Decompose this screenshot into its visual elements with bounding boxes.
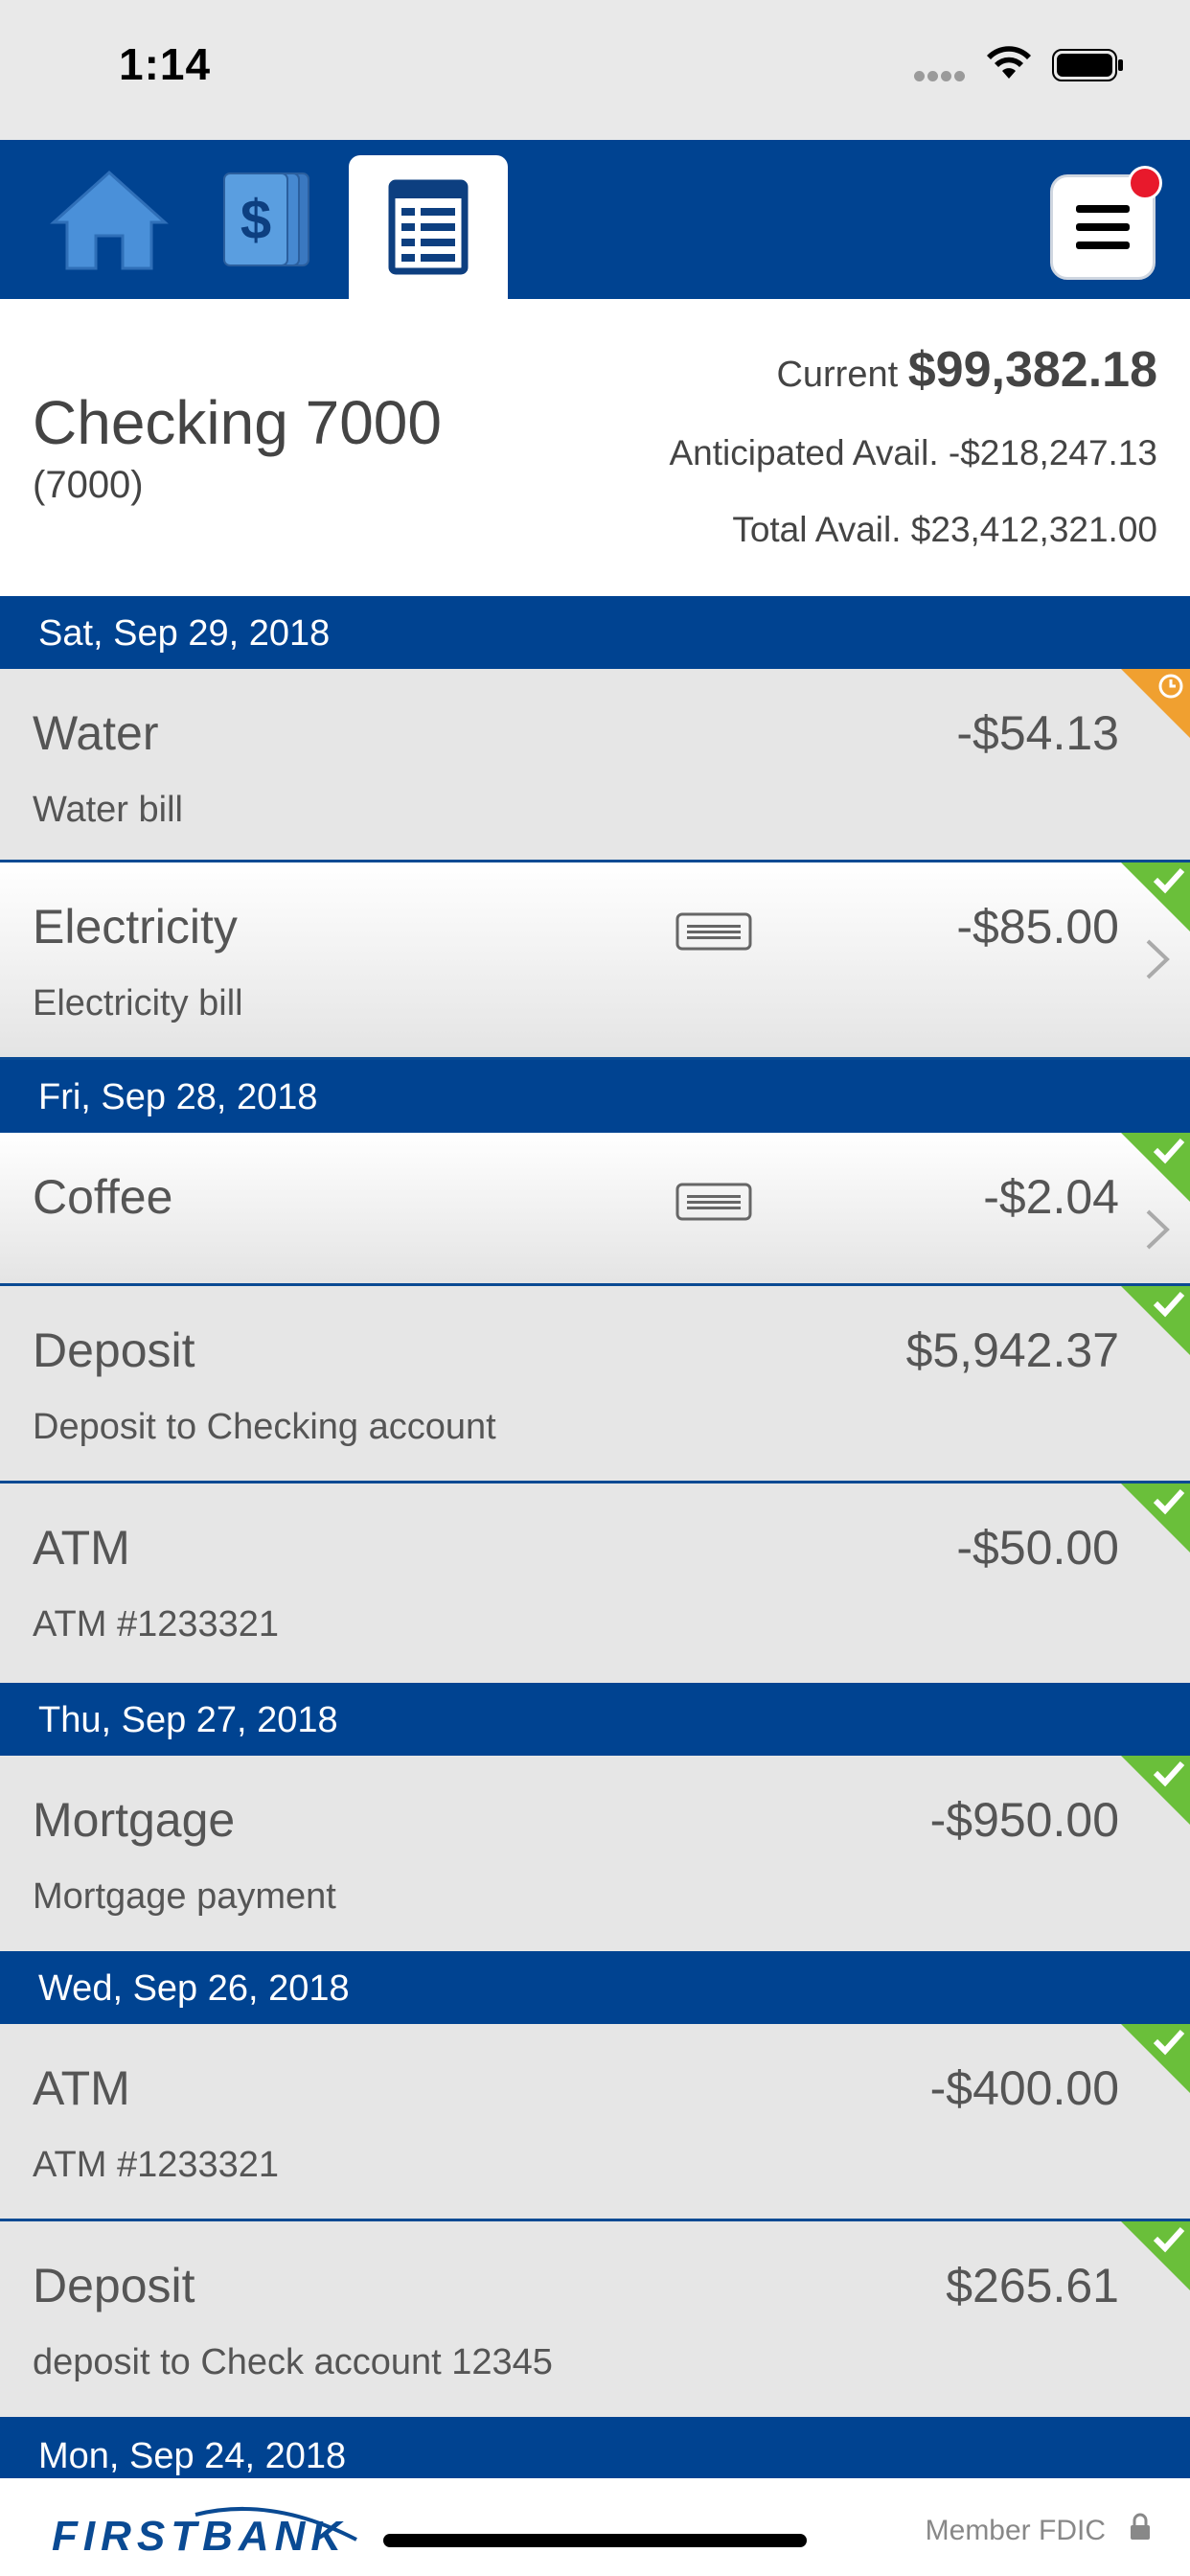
- transaction-row[interactable]: Water Water bill -$54.13: [0, 669, 1190, 862]
- date-header: Mon, Sep 24, 2018: [0, 2417, 1190, 2478]
- total-balance: Total Avail. $23,412,321.00: [732, 510, 1157, 550]
- transaction-title: Electricity: [33, 900, 238, 954]
- svg-text:$: $: [240, 189, 271, 251]
- cleared-check-icon: [1121, 1484, 1190, 1552]
- transaction-amount: $265.61: [946, 2259, 1119, 2312]
- transaction-title: Water: [33, 706, 159, 760]
- anticipated-balance: Anticipated Avail. -$218,247.13: [670, 433, 1158, 473]
- transaction-description: ATM #1233321: [33, 2145, 280, 2185]
- transaction-amount: -$2.04: [983, 1170, 1119, 1224]
- cleared-check-icon: [1121, 2024, 1190, 2093]
- cleared-check-icon: [1121, 1756, 1190, 1825]
- receipt-card-icon: [675, 912, 752, 951]
- pending-clock-icon: [1121, 669, 1190, 738]
- transaction-row[interactable]: Deposit Deposit to Checking account $5,9…: [0, 1286, 1190, 1484]
- cleared-check-icon: [1121, 1133, 1190, 1202]
- tab-transactions[interactable]: [349, 155, 508, 299]
- home-icon: [50, 170, 169, 270]
- cleared-check-icon: [1121, 2221, 1190, 2290]
- cleared-check-icon: [1121, 1286, 1190, 1355]
- chevron-right-icon: [1146, 1209, 1170, 1250]
- account-number: (7000): [33, 464, 144, 506]
- battery-icon: [1052, 49, 1123, 81]
- cleared-check-icon: [1121, 862, 1190, 932]
- ledger-icon: [388, 179, 469, 275]
- tab-home[interactable]: [42, 140, 176, 299]
- transaction-title: ATM: [33, 2061, 130, 2115]
- transaction-amount: -$85.00: [956, 900, 1119, 954]
- transaction-description: Mortgage payment: [33, 1876, 336, 1917]
- transaction-amount: -$400.00: [929, 2061, 1119, 2115]
- date-header: Thu, Sep 27, 2018: [0, 1683, 1190, 1756]
- status-time: 1:14: [119, 39, 212, 89]
- date-header: Fri, Sep 28, 2018: [0, 1060, 1190, 1133]
- anticipated-balance-amount: -$218,247.13: [948, 433, 1157, 472]
- transaction-row[interactable]: Mortgage Mortgage payment -$950.00: [0, 1756, 1190, 1951]
- transaction-description: deposit to Check account 12345: [33, 2342, 553, 2382]
- chevron-right-icon: [1146, 939, 1170, 979]
- status-bar: 1:14: [0, 0, 1190, 140]
- transaction-description: Water bill: [33, 790, 183, 830]
- transaction-description: ATM #1233321: [33, 1604, 280, 1644]
- transaction-description: Deposit to Checking account: [33, 1407, 496, 1447]
- transaction-title: Mortgage: [33, 1793, 236, 1847]
- current-balance: Current $99,382.18: [776, 341, 1157, 399]
- transaction-row[interactable]: ATM ATM #1233321 -$50.00: [0, 1484, 1190, 1683]
- footer: FIRSTBANK Member FDIC: [0, 2478, 1190, 2576]
- hamburger-menu-icon: [1076, 205, 1130, 249]
- current-balance-amount: $99,382.18: [907, 342, 1157, 398]
- date-header: Sat, Sep 29, 2018: [0, 596, 1190, 669]
- transaction-title: Deposit: [33, 1323, 195, 1377]
- total-balance-label: Total Avail.: [732, 510, 902, 549]
- transaction-row[interactable]: Coffee -$2.04: [0, 1133, 1190, 1286]
- transaction-row[interactable]: Electricity Electricity bill -$85.00: [0, 862, 1190, 1060]
- transaction-title: ATM: [33, 1521, 130, 1575]
- anticipated-balance-label: Anticipated Avail.: [669, 433, 939, 472]
- current-balance-label: Current: [776, 355, 899, 395]
- total-balance-amount: $23,412,321.00: [910, 510, 1157, 549]
- account-summary: Checking 7000 (7000) Current $99,382.18 …: [0, 299, 1190, 596]
- tab-accounts[interactable]: $: [211, 140, 326, 299]
- transaction-row[interactable]: Deposit deposit to Check account 12345 $…: [0, 2221, 1190, 2417]
- notification-badge: [1128, 166, 1162, 200]
- lock-icon: [1131, 2513, 1150, 2540]
- top-navigation: $: [0, 140, 1190, 299]
- fdic-label: Member FDIC: [925, 2515, 1106, 2546]
- menu-button[interactable]: [1050, 166, 1162, 280]
- receipt-card-icon: [675, 1183, 752, 1221]
- dollar-cards-icon: $: [223, 172, 309, 266]
- home-indicator: [383, 2534, 807, 2547]
- transaction-row[interactable]: ATM ATM #1233321 -$400.00: [0, 2024, 1190, 2221]
- transaction-title: Deposit: [33, 2259, 195, 2312]
- transaction-amount: -$54.13: [956, 706, 1119, 760]
- date-header: Wed, Sep 26, 2018: [0, 1951, 1190, 2024]
- transaction-title: Coffee: [33, 1170, 173, 1224]
- transaction-amount: $5,942.37: [905, 1323, 1119, 1377]
- transaction-description: Electricity bill: [33, 983, 243, 1024]
- firstbank-logo: FIRSTBANK: [52, 2501, 358, 2560]
- account-name: Checking 7000: [33, 388, 442, 457]
- transaction-amount: -$50.00: [956, 1521, 1119, 1575]
- cellular-signal-icon: [914, 69, 972, 82]
- wifi-icon: [987, 46, 1031, 79]
- transaction-amount: -$950.00: [929, 1793, 1119, 1847]
